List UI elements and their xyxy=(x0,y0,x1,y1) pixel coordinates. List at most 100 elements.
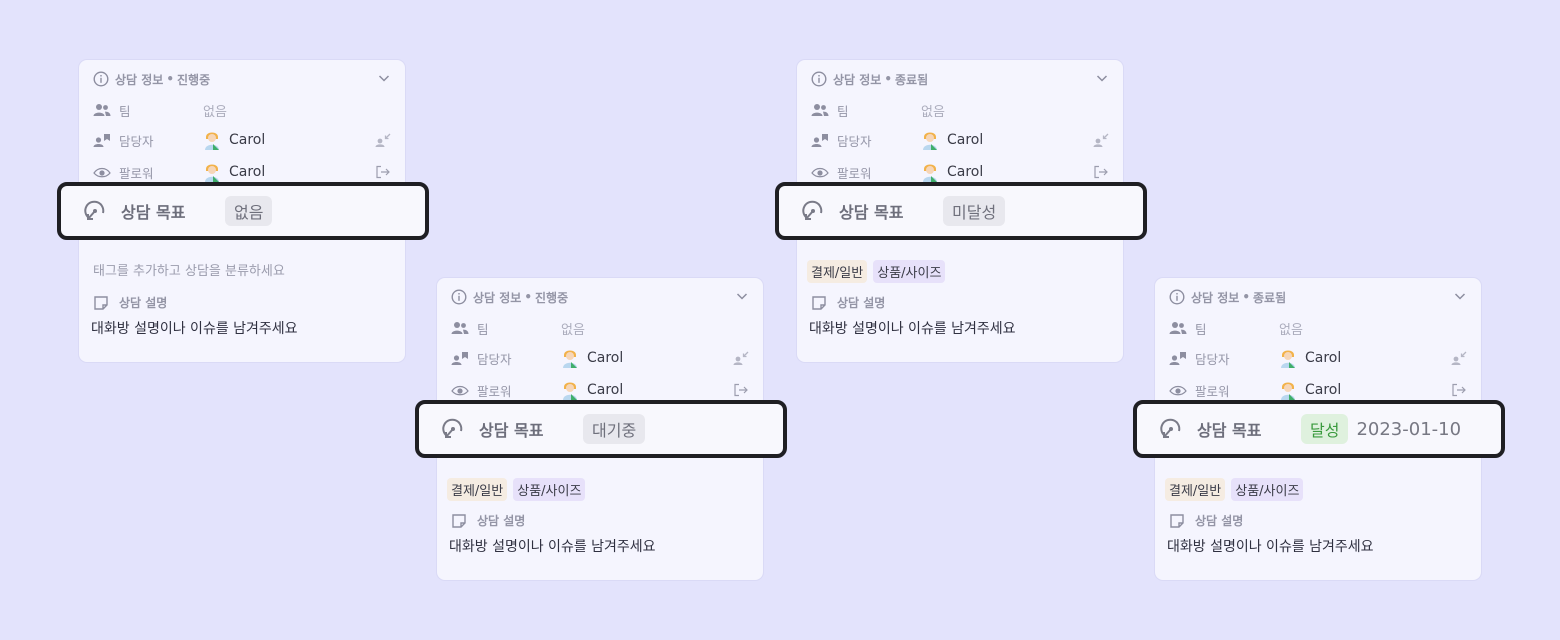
goal-label: 상담 목표 xyxy=(1197,421,1262,440)
team-label: 팀 xyxy=(477,321,489,337)
assignee-user[interactable]: Carol xyxy=(203,130,265,150)
header-state: 종료됨 xyxy=(895,72,929,87)
avatar xyxy=(923,164,937,182)
tag-chip[interactable]: 결제/일반 xyxy=(447,478,508,501)
eye-icon xyxy=(811,167,829,178)
eye-icon xyxy=(451,385,469,396)
chevron-down-icon[interactable] xyxy=(1453,289,1467,303)
description-header: 상담 설명 xyxy=(451,512,525,529)
goal-label: 상담 목표 xyxy=(121,203,186,222)
follower-row[interactable]: 팔로워 Carol xyxy=(451,380,749,400)
tag-list: 결제/일반 상품/사이즈 xyxy=(807,260,946,283)
tag-chip[interactable]: 결제/일반 xyxy=(1165,478,1226,501)
collapse-icon[interactable] xyxy=(1093,133,1109,147)
tag-chip[interactable]: 상품/사이즈 xyxy=(873,260,946,283)
goal-row[interactable]: 상담 목표 대기중 xyxy=(415,400,787,458)
collapse-icon[interactable] xyxy=(1451,351,1467,365)
exit-icon[interactable] xyxy=(1093,165,1109,179)
assignee-icon xyxy=(811,134,828,147)
exit-icon[interactable] xyxy=(1451,383,1467,397)
card-header[interactable]: 상담 정보 • 종료됨 xyxy=(1169,288,1467,306)
chevron-down-icon[interactable] xyxy=(1095,71,1109,85)
follower-row[interactable]: 팔로워 Carol xyxy=(93,162,391,182)
team-row[interactable]: 팀 없음 xyxy=(93,100,391,120)
team-label: 팀 xyxy=(837,103,849,119)
follower-user[interactable]: Carol xyxy=(1279,380,1341,400)
team-value: 없음 xyxy=(1279,322,1303,338)
description-text[interactable]: 대화방 설명이나 이슈를 남겨주세요 xyxy=(449,536,656,556)
assignee-row[interactable]: 담당자 Carol xyxy=(93,130,391,150)
assignee-user[interactable]: Carol xyxy=(921,130,983,150)
goal-status-badge[interactable]: 달성 xyxy=(1301,414,1349,444)
header-separator: • xyxy=(524,290,533,304)
follower-name: Carol xyxy=(229,164,266,180)
goal-status-badge[interactable]: 없음 xyxy=(225,196,273,226)
description-header: 상담 설명 xyxy=(811,294,885,311)
avatar xyxy=(563,350,577,368)
assignee-row[interactable]: 담당자 Carol xyxy=(811,130,1109,150)
team-row[interactable]: 팀 없음 xyxy=(811,100,1109,120)
note-icon xyxy=(812,295,826,310)
note-icon xyxy=(94,295,108,310)
team-value: 없음 xyxy=(203,104,227,120)
team-value: 없음 xyxy=(921,104,945,120)
header-title: 상담 정보 xyxy=(473,290,522,305)
goal-row[interactable]: 상담 목표 달성 2023-01-10 xyxy=(1133,400,1505,458)
follower-user[interactable]: Carol xyxy=(203,162,265,182)
goal-date: 2023-01-10 xyxy=(1356,418,1462,440)
description-text[interactable]: 대화방 설명이나 이슈를 남겨주세요 xyxy=(91,318,298,338)
avatar xyxy=(923,132,937,150)
exit-icon[interactable] xyxy=(733,383,749,397)
note-icon xyxy=(1170,513,1184,528)
tag-chip[interactable]: 결제/일반 xyxy=(807,260,868,283)
assignee-label: 담당자 xyxy=(837,133,872,149)
card-header[interactable]: 상담 정보 • 진행중 xyxy=(451,288,749,306)
collapse-icon[interactable] xyxy=(733,351,749,365)
assignee-user[interactable]: Carol xyxy=(1279,348,1341,368)
team-icon xyxy=(451,322,469,334)
description-text[interactable]: 대화방 설명이나 이슈를 남겨주세요 xyxy=(809,318,1016,338)
follower-row[interactable]: 팔로워 Carol xyxy=(1169,380,1467,400)
header-state: 진행중 xyxy=(535,290,569,305)
avatar xyxy=(1281,350,1295,368)
goal-label: 상담 목표 xyxy=(839,203,904,222)
info-icon xyxy=(451,289,467,305)
header-title: 상담 정보 xyxy=(833,72,882,87)
follower-user[interactable]: Carol xyxy=(921,162,983,182)
follower-user[interactable]: Carol xyxy=(561,380,623,400)
exit-icon[interactable] xyxy=(375,165,391,179)
follower-row[interactable]: 팔로워 Carol xyxy=(811,162,1109,182)
tag-list: 결제/일반 상품/사이즈 xyxy=(1165,478,1304,501)
goal-status-badge[interactable]: 대기중 xyxy=(583,414,646,444)
goal-status-badge[interactable]: 미달성 xyxy=(943,196,1006,226)
header-title: 상담 정보 xyxy=(1191,290,1240,305)
card-header[interactable]: 상담 정보 • 종료됨 xyxy=(811,70,1109,88)
assignee-user[interactable]: Carol xyxy=(561,348,623,368)
header-separator: • xyxy=(884,72,893,86)
info-icon xyxy=(811,71,827,87)
description-label: 상담 설명 xyxy=(477,514,526,528)
chevron-down-icon[interactable] xyxy=(735,289,749,303)
tag-placeholder[interactable]: 태그를 추가하고 상담을 분류하세요 xyxy=(93,260,285,279)
assignee-row[interactable]: 담당자 Carol xyxy=(1169,348,1467,368)
goal-row[interactable]: 상담 목표 없음 xyxy=(57,182,429,240)
tag-chip[interactable]: 상품/사이즈 xyxy=(513,478,586,501)
goal-row[interactable]: 상담 목표 미달성 xyxy=(775,182,1147,240)
goal-icon xyxy=(84,200,105,220)
chevron-down-icon[interactable] xyxy=(377,71,391,85)
description-text[interactable]: 대화방 설명이나 이슈를 남겨주세요 xyxy=(1167,536,1374,556)
team-row[interactable]: 팀 없음 xyxy=(451,318,749,338)
avatar xyxy=(1281,382,1295,400)
note-icon xyxy=(452,513,466,528)
avatar xyxy=(205,164,219,182)
tag-chip[interactable]: 상품/사이즈 xyxy=(1231,478,1304,501)
collapse-icon[interactable] xyxy=(375,133,391,147)
follower-label: 팔로워 xyxy=(477,383,512,399)
team-row[interactable]: 팀 없음 xyxy=(1169,318,1467,338)
team-icon xyxy=(93,104,111,116)
card-header[interactable]: 상담 정보 • 진행중 xyxy=(93,70,391,88)
assignee-row[interactable]: 담당자 Carol xyxy=(451,348,749,368)
assignee-label: 담당자 xyxy=(1195,351,1230,367)
goal-icon xyxy=(442,418,463,438)
description-label: 상담 설명 xyxy=(1195,514,1244,528)
